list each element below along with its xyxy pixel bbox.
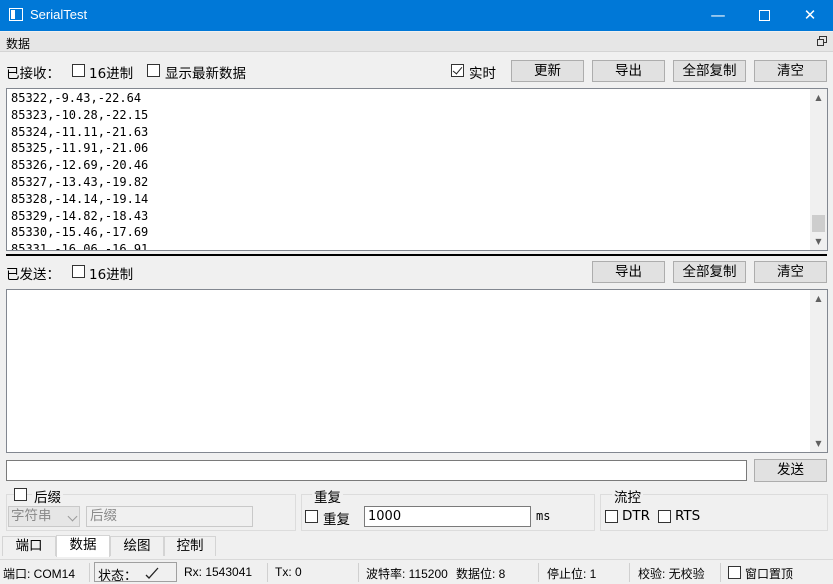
tx-clear-button[interactable]: 清空: [754, 261, 827, 283]
show-latest-label: 显示最新数据: [165, 66, 246, 82]
rx-copy-all-button[interactable]: 全部复制: [673, 60, 746, 82]
rx-scrollbar[interactable]: ▲ ▼: [810, 89, 827, 250]
suffix-title: 后缀: [32, 486, 63, 506]
stay-on-top-label: 窗口置顶: [745, 567, 794, 581]
rx-hex-checkbox[interactable]: [72, 64, 85, 77]
received-line: 85325,-11.91,-21.06: [11, 141, 149, 156]
rx-scroll-thumb[interactable]: [812, 215, 825, 232]
status-stop-bits: 停止位: 1: [547, 567, 597, 581]
repeat-checkbox[interactable]: [305, 510, 318, 523]
suffix-type-select[interactable]: 字符串: [8, 506, 80, 527]
tab-plot[interactable]: 绘图: [110, 536, 164, 556]
stay-on-top-checkbox[interactable]: [728, 566, 741, 579]
rts-label: RTS: [675, 508, 701, 524]
received-line: 85329,-14.82,-18.43: [11, 208, 149, 223]
chevron-down-icon: [67, 511, 78, 522]
received-line: 85322,-9.43,-22.64: [11, 91, 142, 105]
status-divider: [358, 563, 359, 582]
realtime-checkbox[interactable]: [451, 64, 464, 77]
tx-hex-label: 16进制: [89, 267, 134, 283]
suffix-checkbox[interactable]: [14, 488, 27, 501]
check-icon: [145, 567, 159, 579]
tx-hex-checkbox[interactable]: [72, 265, 85, 278]
received-label: 已接收：: [6, 66, 60, 82]
status-divider: [720, 563, 721, 582]
close-button[interactable]: ✕: [787, 0, 833, 31]
splitter[interactable]: [6, 254, 827, 256]
received-lines: 85322,-9.43,-22.64 85323,-10.28,-22.15 8…: [11, 90, 149, 251]
status-bar: 端口: COM14 状态： Rx: 1543041 Tx: 0 波特率: 115…: [0, 559, 833, 584]
dtr-checkbox[interactable]: [605, 510, 618, 523]
scroll-up-icon[interactable]: ▲: [810, 89, 827, 106]
status-divider: [538, 563, 539, 582]
scroll-down-icon[interactable]: ▼: [810, 233, 827, 250]
flow-control-title: 流控: [612, 486, 643, 506]
dock-header: 数据: [0, 32, 833, 52]
update-button[interactable]: 更新: [511, 60, 584, 82]
title-bar[interactable]: SerialTest — ✕: [0, 0, 833, 31]
status-port: 端口: COM14: [3, 567, 76, 581]
repeat-interval-value: 1000: [368, 509, 402, 524]
received-data-area[interactable]: 85322,-9.43,-22.64 85323,-10.28,-22.15 8…: [6, 88, 828, 251]
tab-port[interactable]: 端口: [2, 536, 56, 556]
suffix-input[interactable]: 后缀: [86, 506, 253, 527]
dock-title: 数据: [6, 37, 31, 51]
scroll-up-icon[interactable]: ▲: [810, 290, 827, 307]
show-latest-checkbox[interactable]: [147, 64, 160, 77]
repeat-interval-input[interactable]: 1000: [364, 506, 531, 527]
status-tx: Tx: 0: [275, 565, 302, 579]
sent-label: 已发送：: [6, 267, 60, 283]
status-rx: Rx: 1543041: [184, 565, 253, 579]
received-line: 85324,-11.11,-21.63: [11, 124, 149, 139]
rts-checkbox[interactable]: [658, 510, 671, 523]
status-baud: 波特率: 115200: [366, 567, 448, 581]
rx-clear-button[interactable]: 清空: [754, 60, 827, 82]
received-line: 85330,-15.46,-17.69: [11, 225, 149, 240]
received-line: 85327,-13.43,-19.82: [11, 174, 149, 189]
tab-data[interactable]: 数据: [56, 535, 110, 557]
sent-data-area[interactable]: ▲ ▼: [6, 289, 828, 453]
rx-hex-label: 16进制: [89, 66, 134, 82]
status-state-box: 状态：: [94, 562, 177, 584]
repeat-label: 重复: [323, 512, 350, 528]
maximize-icon: [758, 10, 770, 21]
scroll-down-icon[interactable]: ▼: [810, 435, 827, 452]
tx-scrollbar[interactable]: ▲ ▼: [810, 290, 827, 452]
status-divider: [89, 563, 90, 582]
received-line: 85326,-12.69,-20.46: [11, 158, 149, 173]
received-line: 85323,-10.28,-22.15: [11, 107, 149, 122]
tab-control[interactable]: 控制: [164, 536, 216, 556]
suffix-type-value: 字符串: [11, 508, 52, 524]
status-parity: 校验: 无校验: [638, 567, 705, 581]
minimize-button[interactable]: —: [695, 0, 741, 31]
dtr-label: DTR: [622, 508, 651, 524]
send-input[interactable]: [6, 460, 747, 481]
repeat-title: 重复: [312, 486, 343, 506]
suffix-placeholder: 后缀: [90, 508, 117, 524]
received-line: 85331,-16.06,-16.91: [11, 242, 149, 251]
tx-copy-all-button[interactable]: 全部复制: [673, 261, 746, 283]
status-data-bits: 数据位: 8: [456, 567, 506, 581]
send-button[interactable]: 发送: [754, 459, 827, 482]
window-title: SerialTest: [30, 7, 88, 22]
received-line: 85328,-14.14,-19.14: [11, 191, 149, 206]
realtime-label: 实时: [469, 66, 496, 82]
tx-export-button[interactable]: 导出: [592, 261, 665, 283]
float-window-icon[interactable]: [817, 36, 827, 46]
status-state-label: 状态：: [98, 569, 138, 584]
repeat-unit: ms: [536, 509, 551, 523]
rx-export-button[interactable]: 导出: [592, 60, 665, 82]
app-icon: [9, 8, 23, 21]
status-divider: [629, 563, 630, 582]
status-divider: [267, 563, 268, 582]
maximize-button[interactable]: [741, 0, 787, 31]
